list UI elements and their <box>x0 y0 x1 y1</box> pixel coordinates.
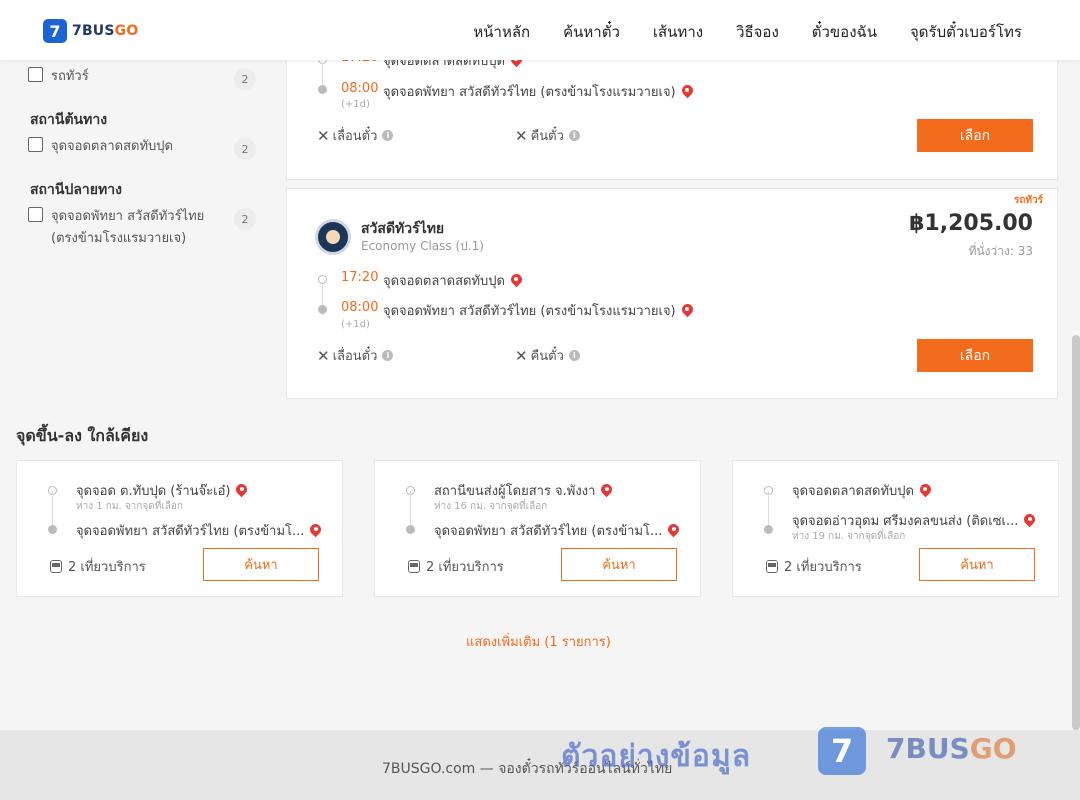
filter-checkbox[interactable] <box>28 207 43 222</box>
nearby-origin: สถานีขนส่งผู้โดยสาร จ.พังงา <box>434 480 612 501</box>
nav-ticket-pickup[interactable]: จุดรับตั๋วเบอร์โทร <box>910 20 1022 44</box>
bus-class: Economy Class (ป.1) <box>361 239 484 253</box>
cross-icon: ✕ <box>515 126 528 145</box>
logo-text: 7BUSGO <box>72 23 139 39</box>
map-pin-icon[interactable] <box>1024 514 1035 528</box>
operator-logo <box>315 219 351 255</box>
main-nav: หน้าหลัก ค้นหาตั๋ว เส้นทาง วิธีจอง ตั๋วข… <box>473 20 1022 44</box>
reschedule-policy[interactable]: ✕ เลื่อนตั๋ว i <box>317 125 394 146</box>
ticket-price: ฿1,205.00 <box>909 211 1033 236</box>
nearby-stop-card: จุดจอด ต.ทับปุด (ร้านจ๊ะเอ๋) ห่าง 1 กม. … <box>16 460 343 597</box>
origin-distance: ห่าง 16 กม. จากจุดที่เลือก <box>434 501 548 512</box>
nearby-search-button[interactable]: ค้นหา <box>203 548 319 581</box>
nearby-stop-card: จุดจอดตลาดสดทับปุด จุดจอดอ่าวอุดม ศรีมงค… <box>732 460 1059 597</box>
filter-origin-station[interactable]: จุดจอดตลาดสดทับปุด 2 <box>28 136 256 160</box>
filter-count-badge: 2 <box>234 208 256 230</box>
map-pin-icon[interactable] <box>920 484 931 498</box>
watermark-text: ตัวอย่างข้อมูล <box>561 739 752 774</box>
filter-destination-station[interactable]: จุดจอดพัทยา สวัสดีทัวร์ไทย (ตรงข้ามโรงแร… <box>28 206 256 250</box>
destination-dot <box>48 525 57 534</box>
top-header: 7 7BUSGO หน้าหลัก ค้นหาตั๋ว เส้นทาง วิธี… <box>0 0 1080 60</box>
arrival-stop: จุดจอดพัทยา สวัสดีทัวร์ไทย (ตรงข้ามโรงแร… <box>383 81 693 102</box>
trip-count: 2 เที่ยวบริการ <box>408 556 504 577</box>
map-pin-icon[interactable] <box>682 85 693 99</box>
filter-label: จุดจอดพัทยา สวัสดีทัวร์ไทย (ตรงข้ามโรงแร… <box>51 209 205 246</box>
map-pin-icon[interactable] <box>682 304 693 318</box>
page-scrollbar[interactable] <box>1072 335 1080 730</box>
map-pin-icon[interactable] <box>310 524 321 538</box>
watermark-logo-mark: 7 <box>818 727 866 775</box>
arrival-stop: จุดจอดพัทยา สวัสดีทัวร์ไทย (ตรงข้ามโรงแร… <box>383 300 693 321</box>
logo-mark: 7 <box>43 19 67 43</box>
next-day-indicator: (+1d) <box>341 319 370 330</box>
seats-available: ที่นั่งว่าง: 33 <box>968 244 1033 258</box>
site-logo[interactable]: 7 7BUSGO <box>43 19 138 43</box>
map-pin-icon[interactable] <box>236 484 247 498</box>
show-more-link[interactable]: แสดงเพิ่มเติม (1 รายการ) <box>466 631 611 652</box>
info-icon[interactable]: i <box>382 130 394 141</box>
trip-count: 2 เที่ยวบริการ <box>766 556 862 577</box>
reschedule-policy[interactable]: ✕ เลื่อนตั๋ว i <box>317 345 394 366</box>
arrival-time: 08:00 <box>341 300 379 315</box>
map-pin-icon[interactable] <box>601 484 612 498</box>
destination-dot <box>764 525 773 534</box>
bus-type-badge: รถทัวร์ <box>1013 195 1043 206</box>
filter-count-badge: 2 <box>234 138 256 160</box>
nearby-destination: จุดจอดพัทยา สวัสดีทัวร์ไทย (ตรงข้ามโ... <box>76 520 321 541</box>
map-pin-icon[interactable] <box>668 524 679 538</box>
info-icon[interactable]: i <box>568 130 580 141</box>
refund-policy[interactable]: ✕ คืนตั๋ว i <box>515 345 580 366</box>
departure-time: 17:20 <box>341 270 379 285</box>
trip-count: 2 เที่ยวบริการ <box>50 556 146 577</box>
departure-stop: จุดจอดตลาดสดทับปุด <box>383 270 522 291</box>
cross-icon: ✕ <box>515 346 528 365</box>
cross-icon: ✕ <box>317 126 330 145</box>
destination-distance: ห่าง 19 กม. จากจุดที่เลือก <box>792 531 906 542</box>
arrival-dot <box>318 305 327 314</box>
arrival-dot <box>318 85 327 94</box>
departure-dot <box>318 275 327 284</box>
destination-dot <box>406 525 415 534</box>
nearby-destination: จุดจอดพัทยา สวัสดีทัวร์ไทย (ตรงข้ามโ... <box>434 520 679 541</box>
info-icon[interactable]: i <box>568 350 580 361</box>
nav-my-tickets[interactable]: ตั๋วของฉัน <box>812 20 877 44</box>
select-trip-button[interactable]: เลือก <box>917 119 1033 152</box>
refund-policy[interactable]: ✕ คืนตั๋ว i <box>515 125 580 146</box>
nearby-destination: จุดจอดอ่าวอุดม ศรีมงคลขนส่ง (ติดเซเ... <box>792 510 1035 531</box>
nav-search-tickets[interactable]: ค้นหาตั๋ว <box>563 20 620 44</box>
filter-checkbox[interactable] <box>28 137 43 152</box>
cross-icon: ✕ <box>317 346 330 365</box>
filter-checkbox[interactable] <box>28 67 43 82</box>
origin-station-title: สถานีต้นทาง <box>30 112 108 128</box>
nav-how-to-book[interactable]: วิธีจอง <box>736 20 779 44</box>
origin-distance: ห่าง 1 กม. จากจุดที่เลือก <box>76 501 183 512</box>
nearby-origin: จุดจอดตลาดสดทับปุด <box>792 480 931 501</box>
nearby-search-button[interactable]: ค้นหา <box>561 548 677 581</box>
nearby-origin: จุดจอด ต.ทับปุด (ร้านจ๊ะเอ๋) <box>76 480 247 501</box>
filter-label: รถทัวร์ <box>51 69 89 84</box>
nearby-search-button[interactable]: ค้นหา <box>919 548 1035 581</box>
filter-bus-type[interactable]: รถทัวร์ 2 <box>28 66 256 90</box>
nav-home[interactable]: หน้าหลัก <box>473 20 530 44</box>
nearby-stop-card: สถานีขนส่งผู้โดยสาร จ.พังงา ห่าง 16 กม. … <box>374 460 701 597</box>
nearby-stops-title: จุดขึ้น-ลง ใกล้เคียง <box>16 426 149 445</box>
bus-icon <box>766 560 778 573</box>
filter-label: จุดจอดตลาดสดทับปุด <box>51 139 173 154</box>
watermark-brand: 7BUSGO <box>886 732 1017 765</box>
arrival-time: 08:00 <box>341 81 379 96</box>
nav-routes[interactable]: เส้นทาง <box>653 20 703 44</box>
trip-card: รถทัวร์ สวัสดีทัวร์ไทย Economy Class (ป.… <box>286 188 1058 399</box>
bus-icon <box>50 560 62 573</box>
select-trip-button[interactable]: เลือก <box>917 339 1033 372</box>
bus-icon <box>408 560 420 573</box>
next-day-indicator: (+1d) <box>341 99 370 110</box>
filter-count-badge: 2 <box>234 68 256 90</box>
destination-station-title: สถานีปลายทาง <box>30 182 122 198</box>
map-pin-icon[interactable] <box>511 274 522 288</box>
info-icon[interactable]: i <box>382 350 394 361</box>
